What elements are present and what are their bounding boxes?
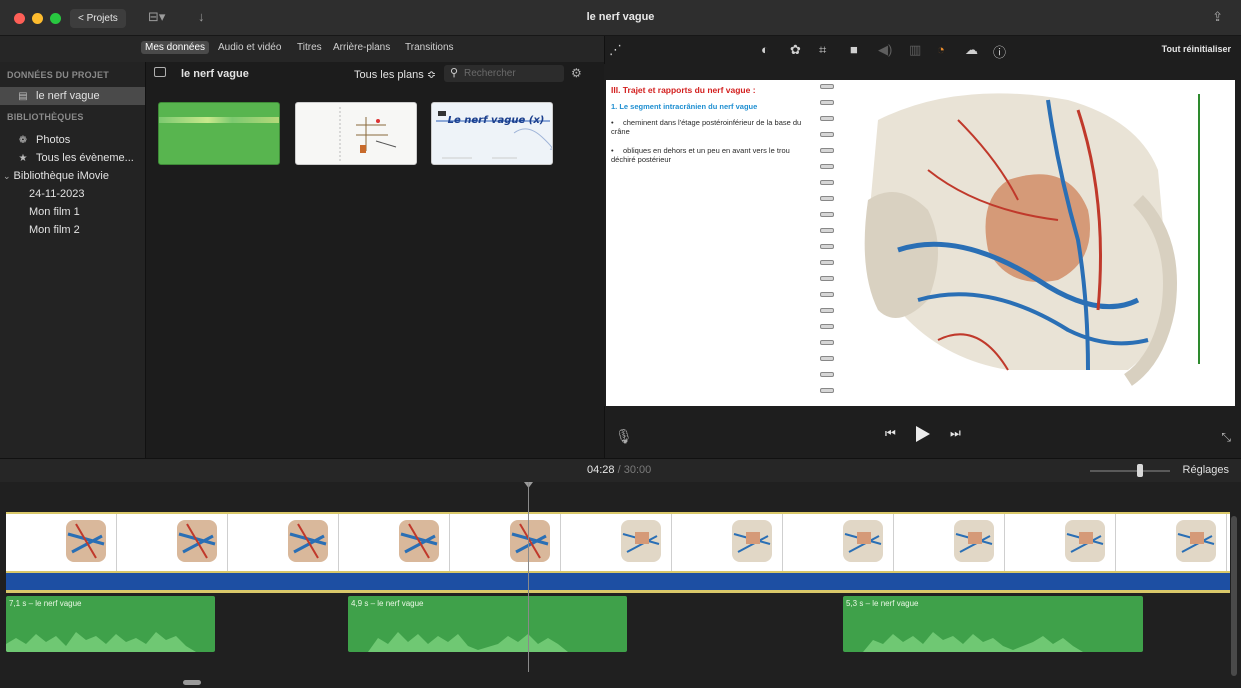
video-viewer: III. Trajet et rapports du nerf vague : … [606,80,1235,406]
sidebar-item-event[interactable]: Mon film 2 [0,221,145,239]
anatomy-illustration [838,80,1235,406]
media-tabs: Mes données Audio et vidéo Titres Arrièr… [0,36,604,62]
project-section-header: DONNÉES DU PROJET [7,70,109,80]
playback-controls: 🎙 ⏮ ⏭ ⤡ [604,406,1241,458]
audio-clip-label: 5,3 s – le nerf vague [846,599,919,608]
track-border [6,590,1230,593]
audio-clip[interactable]: 4,9 s – le nerf vague [348,596,627,652]
tab-my-media[interactable]: Mes données [141,41,210,54]
clip-title-text: Le nerf vague (x) [447,115,545,126]
sidebar-item-event[interactable]: 24-11-2023 [0,185,145,203]
diagram-thumbnail [339,107,397,163]
crop-icon[interactable]: ⌗ [819,42,826,58]
magic-wand-icon[interactable]: ⋰ [609,42,622,58]
title-slide-thumbnail [436,111,552,159]
browser-title: le nerf vague [181,68,249,80]
skip-back-icon[interactable]: ⏮ [885,426,896,441]
playhead[interactable] [528,482,529,672]
film-icon: ▤ [18,91,28,102]
sidebar-item-all-events[interactable]: ★ Tous les évèneme... [0,149,145,167]
filter-icon[interactable]: ☁ [965,42,978,58]
audio-clip-label: 4,9 s – le nerf vague [351,599,424,608]
tab-titles[interactable]: Titres [297,42,322,53]
audio-clip-label: 7,1 s – le nerf vague [9,599,82,608]
media-clip[interactable]: Le nerf vague (x) [431,102,553,165]
tab-transitions[interactable]: Transitions [405,42,454,53]
sidebar-item-photos[interactable]: ❁ Photos [0,131,145,149]
timeline[interactable]: 7,1 s – le nerf vague 4,9 s – le nerf va… [0,482,1241,688]
info-icon[interactable]: ⓘ [993,42,1006,61]
timeline-header: 04:28 / 30:00 Réglages [0,458,1241,482]
media-clip[interactable] [295,102,417,165]
audio-clip[interactable]: 7,1 s – le nerf vague [6,596,215,652]
fullscreen-icon[interactable]: ⤡ [1221,430,1231,445]
audio-waveform [368,632,568,652]
video-clip-track[interactable] [6,512,1230,573]
sidebar-item-library[interactable]: ⌄ Bibliothèque iMovie [0,167,145,185]
horizontal-scrollbar[interactable] [183,680,201,685]
timecode-display: 04:28 / 30:00 [587,464,652,476]
vertical-scrollbar[interactable] [1231,516,1237,676]
zoom-slider-track[interactable] [1090,470,1170,472]
slide-guide-line [1198,94,1200,364]
photos-icon: ❁ [18,135,28,146]
title-clip-track[interactable] [6,573,1230,590]
sidebar-item-project[interactable]: ▤ le nerf vague [0,87,145,105]
title-bar: < Projets ⊟▾ ↓ le nerf vague ⇪ [0,0,1241,36]
equalizer-icon[interactable]: ▥ [909,42,921,58]
play-button[interactable] [916,426,930,442]
settings-gear-icon[interactable]: ⚙ [571,66,582,80]
notebook-spiral [820,84,834,402]
media-clip[interactable] [158,102,280,165]
viewer-toolbar: ⋰ ◐ ✿ ⌗ ■ ◀) ▥ ◔ ☁ ⓘ Tout réinitialiser [604,36,1241,64]
sidebar-toggle-icon[interactable] [154,67,166,77]
clip-thumbnail-strip [159,117,279,123]
microphone-icon[interactable]: 🎙 [615,428,633,445]
sidebar-item-event[interactable]: Mon film 1 [0,203,145,221]
library-sidebar: DONNÉES DU PROJET ▤ le nerf vague BIBLIOT… [0,62,146,458]
libraries-section-header: BIBLIOTHÈQUES [7,112,84,122]
search-icon: ⚲ [450,67,459,79]
speed-icon[interactable]: ◔ [937,42,945,57]
skip-forward-icon[interactable]: ⏭ [950,426,961,441]
zoom-slider-handle[interactable] [1137,464,1143,477]
media-browser: le nerf vague Tous les plans ≎ ⚲ ⚙ [146,62,604,458]
tab-backgrounds[interactable]: Arrière-plans [333,42,390,53]
star-icon: ★ [18,153,28,164]
clip-filter-select[interactable]: Tous les plans ≎ [354,68,436,81]
audio-waveform [6,632,196,652]
stabilization-camera-icon[interactable]: ■ [850,42,858,57]
slide-subtitle: 1. Le segment intracrânien du nerf vague [611,102,758,111]
audio-waveform [863,632,1083,652]
color-palette-icon[interactable]: ✿ [790,42,801,58]
window-title: le nerf vague [586,11,655,23]
search-field[interactable]: ⚲ [444,65,564,82]
tab-audio-video[interactable]: Audio et vidéo [218,42,281,53]
slide-text-area: III. Trajet et rapports du nerf vague : … [606,80,816,406]
browser-toolbar: le nerf vague Tous les plans ≎ ⚲ ⚙ [146,62,604,86]
slide-bullet: • obliques en dehors et un peu en avant v… [611,146,790,164]
volume-icon[interactable]: ◀) [878,42,892,58]
slide-title: III. Trajet et rapports du nerf vague : [611,85,756,95]
audio-clip[interactable]: 5,3 s – le nerf vague [843,596,1143,652]
color-balance-icon[interactable]: ◐ [761,42,769,57]
slide-bullet: • cheminent dans l'étage postéroinférieur… [611,118,802,136]
search-input[interactable] [464,66,559,80]
share-icon[interactable]: ⇪ [1212,9,1223,25]
chevron-down-icon[interactable]: ⌄ [3,171,11,181]
settings-button[interactable]: Réglages [1183,464,1229,476]
reset-all-button[interactable]: Tout réinitialiser [1162,44,1231,54]
